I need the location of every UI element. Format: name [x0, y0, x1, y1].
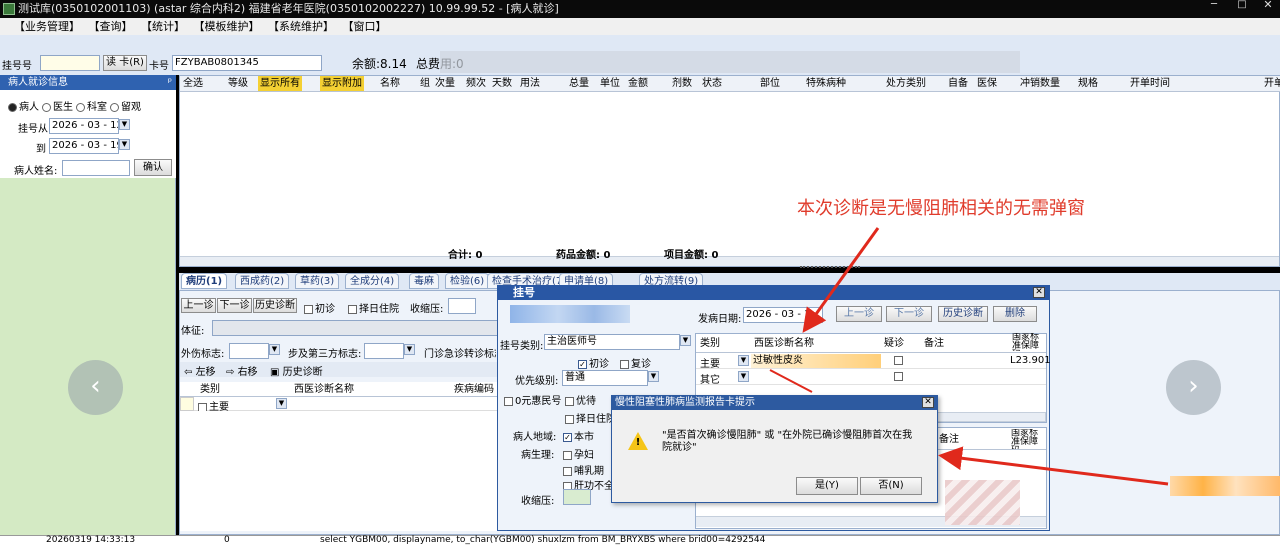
status-sql: select YGBM00, displayname, to_char(YGBM… — [320, 535, 766, 545]
arrow-to-dialog — [938, 446, 1169, 486]
status-count: 0 — [224, 535, 230, 545]
annotation-arrows — [769, 227, 1169, 486]
status-time: 20260319 14:33:13 — [46, 535, 136, 545]
arrow-small — [769, 369, 813, 393]
blurred-area — [1170, 476, 1280, 496]
arrow-to-diagnosis — [802, 227, 880, 333]
